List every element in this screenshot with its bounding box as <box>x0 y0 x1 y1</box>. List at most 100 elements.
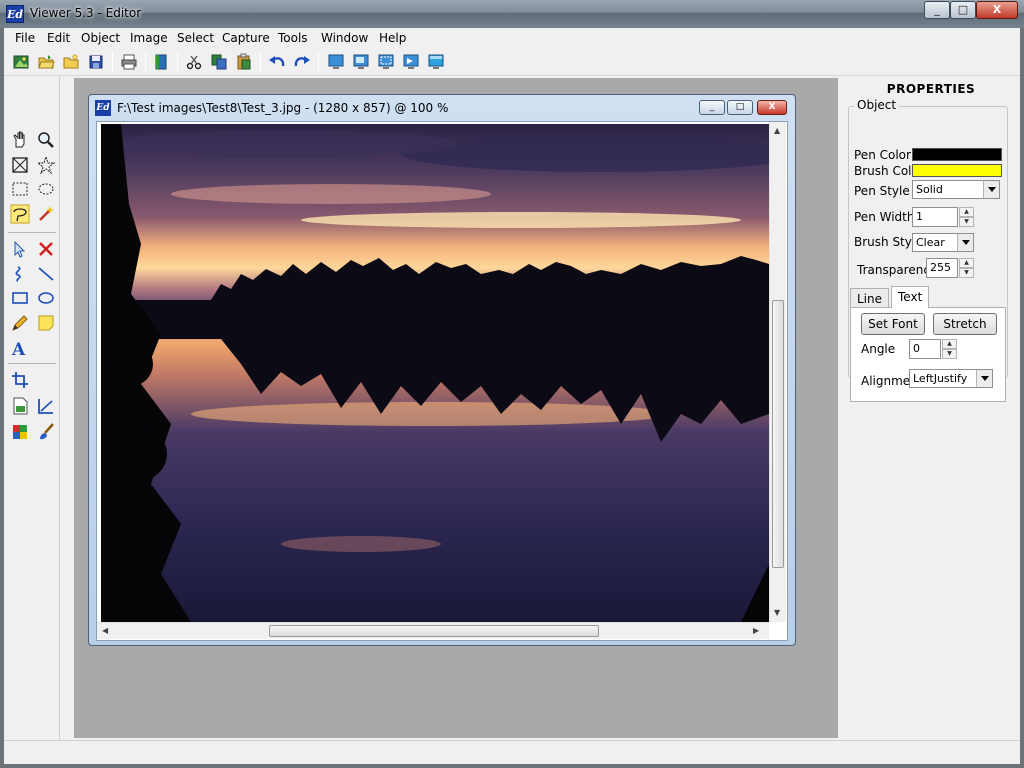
pen-width-input[interactable]: 1 <box>912 207 958 227</box>
scroll-left-icon[interactable]: ◀ <box>102 626 108 635</box>
maximize-button[interactable]: □ <box>950 1 976 19</box>
spin-up-icon[interactable]: ▲ <box>959 207 974 217</box>
image-object-icon[interactable] <box>10 396 30 416</box>
measure-icon[interactable] <box>36 396 56 416</box>
transparency-input[interactable]: 255 <box>926 258 958 278</box>
pen-color-swatch[interactable] <box>912 148 1002 161</box>
menu-select[interactable]: Select <box>177 31 214 45</box>
book-icon[interactable] <box>152 53 170 71</box>
chevron-down-icon[interactable] <box>957 234 973 251</box>
menu-help[interactable]: Help <box>379 31 406 45</box>
vertical-scrollbar[interactable]: ▲ ▼ <box>769 122 786 622</box>
toolbar <box>4 48 1020 76</box>
vertical-scroll-thumb[interactable] <box>772 300 784 568</box>
scroll-down-icon[interactable]: ▼ <box>774 608 780 617</box>
monitor-icon[interactable] <box>327 53 345 71</box>
rectangle-icon[interactable] <box>10 288 30 308</box>
scroll-right-icon[interactable]: ▶ <box>753 626 759 635</box>
child-window-icon[interactable]: Ed <box>95 100 111 116</box>
rect-select-icon[interactable] <box>10 179 30 199</box>
chevron-down-icon[interactable] <box>983 181 999 198</box>
crop-icon[interactable] <box>10 370 30 390</box>
image-window-title: F:\Test images\Test8\Test_3.jpg - (1280 … <box>117 101 449 115</box>
scroll-up-icon[interactable]: ▲ <box>774 126 780 135</box>
brush-color-swatch[interactable] <box>912 164 1002 177</box>
properties-panel: PROPERTIES Object Pen Color Brush Color … <box>842 76 1020 740</box>
menu-bar: File Edit Object Image Select Capture To… <box>4 28 1020 48</box>
menu-image[interactable]: Image <box>130 31 168 45</box>
sunset-lake-photo[interactable] <box>101 124 769 622</box>
title-bar: Ed Viewer 5.3 - Editor _ □ X <box>0 0 1024 28</box>
menu-window[interactable]: Window <box>321 31 368 45</box>
angle-value: 0 <box>913 342 920 355</box>
save-icon[interactable] <box>87 53 105 71</box>
set-font-button[interactable]: Set Font <box>861 313 925 335</box>
cut-icon[interactable] <box>185 53 203 71</box>
spin-down-icon[interactable]: ▼ <box>959 268 974 278</box>
alignment-select[interactable]: LeftJustify <box>909 369 993 388</box>
horizontal-scrollbar[interactable]: ◀ ▶ <box>97 622 769 639</box>
menu-file[interactable]: File <box>15 31 35 45</box>
child-minimize-button[interactable]: _ <box>699 100 725 115</box>
angle-input[interactable]: 0 <box>909 339 941 359</box>
delete-icon[interactable] <box>36 239 56 259</box>
mdi-area[interactable]: Ed F:\Test images\Test8\Test_3.jpg - (12… <box>74 78 838 738</box>
ellipse-icon[interactable] <box>36 288 56 308</box>
text-icon[interactable]: A <box>10 338 30 358</box>
child-maximize-button[interactable]: □ <box>727 100 753 115</box>
window-title: Viewer 5.3 - Editor <box>30 6 142 20</box>
monitor-window-icon[interactable] <box>352 53 370 71</box>
svg-text:A: A <box>11 340 26 358</box>
pencil-icon[interactable] <box>10 313 30 333</box>
magic-wand-icon[interactable] <box>36 204 56 224</box>
hand-icon[interactable] <box>10 130 30 150</box>
spin-down-icon[interactable]: ▼ <box>942 349 957 359</box>
minimize-button[interactable]: _ <box>924 1 950 19</box>
open-image-icon[interactable] <box>12 53 30 71</box>
tab-text[interactable]: Text <box>891 286 930 308</box>
tab-line[interactable]: Line <box>850 288 890 308</box>
chevron-down-icon[interactable] <box>976 370 992 387</box>
paste-icon[interactable] <box>235 53 253 71</box>
transparency-stepper[interactable]: ▲ ▼ <box>959 258 974 278</box>
pen-style-label: Pen Style <box>854 184 910 198</box>
star-select-icon[interactable] <box>36 155 56 175</box>
undo-icon[interactable] <box>268 53 286 71</box>
horizontal-scroll-thumb[interactable] <box>269 625 599 637</box>
pointer-icon[interactable] <box>10 239 30 259</box>
menu-tools[interactable]: Tools <box>278 31 308 45</box>
line-icon[interactable] <box>36 264 56 284</box>
angle-stepper[interactable]: ▲ ▼ <box>942 339 957 359</box>
brush-icon[interactable] <box>36 422 56 442</box>
monitor-screen-icon[interactable] <box>427 53 445 71</box>
stretch-button[interactable]: Stretch <box>933 313 997 335</box>
crop-select-icon[interactable] <box>10 155 30 175</box>
child-close-button[interactable]: X <box>757 100 787 115</box>
ellipse-select-icon[interactable] <box>36 179 56 199</box>
zoom-icon[interactable] <box>36 130 56 150</box>
spin-up-icon[interactable]: ▲ <box>942 339 957 349</box>
folder-icon[interactable] <box>62 53 80 71</box>
transparency-value: 255 <box>930 261 951 274</box>
spin-down-icon[interactable]: ▼ <box>959 217 974 227</box>
menu-object[interactable]: Object <box>81 31 120 45</box>
copy-icon[interactable] <box>210 53 228 71</box>
pen-width-stepper[interactable]: ▲ ▼ <box>959 207 974 227</box>
monitor-object-icon[interactable] <box>402 53 420 71</box>
open-folder-icon[interactable] <box>37 53 55 71</box>
menu-capture[interactable]: Capture <box>222 31 270 45</box>
monitor-region-icon[interactable] <box>377 53 395 71</box>
lasso-icon[interactable] <box>10 204 30 224</box>
image-window[interactable]: Ed F:\Test images\Test8\Test_3.jpg - (12… <box>88 94 796 646</box>
pen-style-select[interactable]: Solid <box>912 180 1000 199</box>
color-palette-icon[interactable] <box>10 422 30 442</box>
app-icon[interactable]: Ed <box>6 5 24 23</box>
redo-icon[interactable] <box>293 53 311 71</box>
curve-icon[interactable] <box>10 264 30 284</box>
print-icon[interactable] <box>120 53 138 71</box>
menu-edit[interactable]: Edit <box>47 31 70 45</box>
spin-up-icon[interactable]: ▲ <box>959 258 974 268</box>
brush-style-select[interactable]: Clear <box>912 233 974 252</box>
note-icon[interactable] <box>36 313 56 333</box>
close-button[interactable]: X <box>976 1 1018 19</box>
